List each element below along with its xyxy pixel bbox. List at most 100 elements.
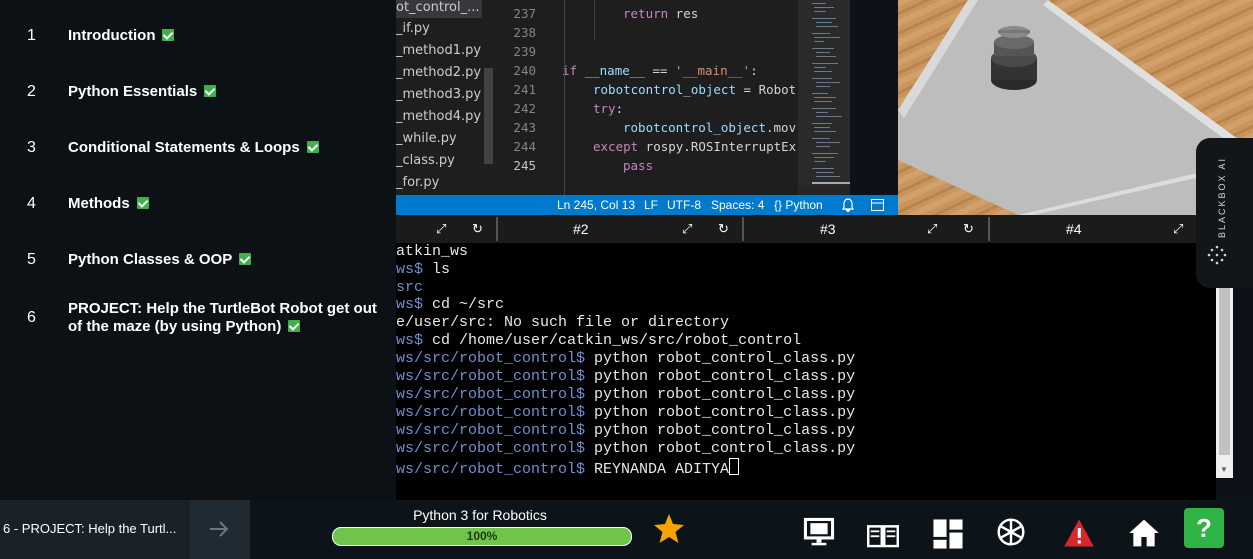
terminal-line: ws$ cd ~/src [396, 296, 505, 313]
line-number: 245 [513, 158, 536, 173]
file-item[interactable]: _method3.py [396, 87, 481, 102]
braces-icon: {} [774, 198, 783, 212]
chapter-list-panel: 1 Introduction 2 Python Essentials 3 Con… [0, 0, 396, 500]
blackbox-label: BLACKBOX AI [1217, 156, 1227, 238]
star-icon[interactable] [653, 513, 685, 545]
code-line: robotcontrol_object.mov [623, 120, 797, 135]
blackbox-logo-icon [1207, 245, 1227, 265]
check-icon [288, 320, 301, 332]
chapter-number: 6 [27, 309, 36, 326]
terminal-line: ws$ ls [396, 261, 451, 278]
chapter-label: Methods [68, 195, 130, 212]
line-number: 237 [513, 6, 536, 21]
code-line: return res [623, 6, 699, 21]
file-item[interactable]: _method1.py [396, 43, 481, 58]
terminal-cursor [729, 458, 740, 475]
file-item[interactable]: _method2.py [396, 65, 481, 80]
chapter-item-5[interactable]: 5 Python Classes & OOP [0, 251, 396, 271]
indent-guide [564, 0, 565, 195]
expand-icon[interactable]: ⤢ [1173, 221, 1183, 237]
indentation-indicator[interactable]: Spaces: 4 [711, 198, 764, 212]
file-item[interactable]: _while.py [396, 131, 457, 146]
minimap[interactable] [798, 0, 850, 195]
cursor-position[interactable]: Ln 245, Col 13 [557, 198, 635, 212]
code-line: robotcontrol_object = Robot [593, 82, 797, 97]
line-number: 239 [513, 44, 536, 59]
terminal-line: ws/src/robot_control$ python robot_contr… [396, 404, 856, 421]
encoding-indicator[interactable]: UTF-8 [667, 198, 701, 212]
expand-icon[interactable]: ⤢ [436, 221, 446, 237]
blackbox-ai-tab[interactable]: BLACKBOX AI [1196, 138, 1253, 288]
chapter-number: 3 [27, 139, 36, 156]
chapter-number: 4 [27, 195, 36, 212]
code-editor[interactable]: 237 238 239 240 241 242 243 244 245 retu… [494, 0, 798, 195]
course-title: Python 3 for Robotics [413, 507, 547, 523]
scroll-down-arrow-icon[interactable]: ▼ [1220, 465, 1228, 474]
terminal-line: ws/src/robot_control$ python robot_contr… [396, 350, 856, 367]
terminal-tab-4[interactable]: #4 ⤢ [990, 215, 1196, 243]
file-item[interactable]: _class.py [396, 153, 455, 168]
file-item[interactable]: ot_control_... [396, 0, 482, 18]
dashboard-icon[interactable] [932, 518, 964, 550]
next-unit-button[interactable] [190, 500, 250, 559]
expand-icon[interactable]: ⤢ [927, 221, 937, 237]
chapter-label: Python Essentials [68, 83, 198, 100]
eol-indicator[interactable]: LF [644, 198, 658, 212]
desktop-icon[interactable] [803, 517, 835, 549]
tab-label: #3 [820, 221, 836, 237]
terminal-line: atkin_ws [396, 243, 469, 260]
chapter-item-1[interactable]: 1 Introduction [0, 27, 396, 47]
chapter-label: PROJECT: Help the TurtleBot Robot get ou… [68, 300, 377, 335]
check-icon [306, 141, 319, 153]
terminal-tab-1[interactable]: ⤢ ↻ [396, 215, 496, 243]
chapter-label: Python Classes & OOP [68, 251, 233, 268]
chapter-number: 5 [27, 251, 36, 268]
language-mode[interactable]: {} Python [774, 198, 823, 212]
openai-icon[interactable] [995, 516, 1027, 548]
terminal-line: ws/src/robot_control$ python robot_contr… [396, 368, 856, 385]
chapter-label: Conditional Statements & Loops [68, 139, 300, 156]
file-item[interactable]: _method4.py [396, 109, 481, 124]
terminal-output[interactable]: atkin_ws ws$ ls src ws$ cd ~/src e/user/… [396, 243, 1216, 500]
bell-icon[interactable] [842, 198, 854, 212]
terminal-tab-2[interactable]: #2 ⤢ ↻ [498, 215, 742, 243]
file-item[interactable]: _for.py [396, 175, 439, 190]
chapter-item-2[interactable]: 2 Python Essentials [0, 83, 396, 103]
terminal-tab-3[interactable]: #3 ⤢ ↻ [744, 215, 988, 243]
file-item[interactable]: _if.py [396, 21, 430, 36]
terminal-line: src [396, 279, 424, 296]
warning-icon[interactable] [1063, 517, 1095, 549]
file-explorer-scrollbar[interactable] [484, 68, 493, 164]
terminal-line: ws$ cd /home/user/catkin_ws/src/robot_co… [396, 332, 802, 349]
progress-label: 100% [466, 529, 498, 543]
terminal-line: ws/src/robot_control$ python robot_contr… [396, 422, 856, 439]
terminal-line: ws/src/robot_control$ REYNANDA ADITYA [396, 458, 740, 478]
tab-label: #4 [1066, 221, 1082, 237]
bottom-bar: 6 - PROJECT: Help the Turtl... Python 3 … [0, 500, 1253, 559]
check-icon [239, 253, 252, 265]
reload-icon[interactable]: ↻ [472, 221, 483, 237]
chapter-label: Introduction [68, 27, 156, 44]
terminal-scrollbar-thumb[interactable] [1219, 285, 1230, 455]
chapter-item-3[interactable]: 3 Conditional Statements & Loops [0, 139, 396, 159]
reload-icon[interactable]: ↻ [718, 221, 729, 237]
course-progress-bar: 100% [332, 527, 632, 546]
layout-icon[interactable] [871, 199, 884, 211]
help-button[interactable]: ? [1184, 508, 1224, 548]
terminal-tabs-bar: ⤢ ↻ #2 ⤢ ↻ #3 ⤢ ↻ #4 ⤢ [396, 215, 1196, 243]
code-line: if __name__ == '__main__': [562, 63, 758, 78]
current-unit-breadcrumb[interactable]: 6 - PROJECT: Help the Turtl... [0, 500, 190, 559]
expand-icon[interactable]: ⤢ [682, 221, 692, 237]
code-line: try: [593, 101, 624, 116]
chapter-item-6[interactable]: 6 PROJECT: Help the TurtleBot Robot get … [0, 300, 396, 340]
chapter-item-4[interactable]: 4 Methods [0, 195, 396, 215]
reload-icon[interactable]: ↻ [963, 221, 974, 237]
book-icon[interactable] [867, 519, 899, 551]
chapter-number: 1 [27, 27, 36, 44]
line-number: 241 [513, 82, 536, 97]
home-icon[interactable] [1128, 517, 1160, 549]
line-number: 242 [513, 101, 536, 116]
terminal-line: ws/src/robot_control$ python robot_contr… [396, 386, 856, 403]
indent-guide [594, 0, 595, 40]
code-line: except rospy.ROSInterruptEx [593, 139, 797, 154]
